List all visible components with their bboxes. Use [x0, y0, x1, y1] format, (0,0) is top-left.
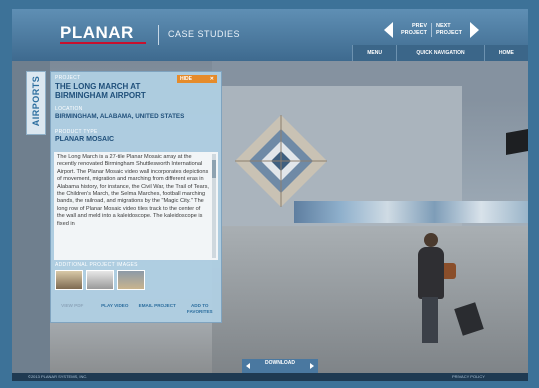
- outer-frame: PLANAR CASE STUDIES PREV PROJECT NEXT PR…: [0, 0, 539, 388]
- person-body: [418, 247, 444, 299]
- add-to-favorites-button[interactable]: ADD TO FAVORITES: [179, 300, 222, 322]
- person-head: [424, 233, 438, 247]
- download-button[interactable]: DOWNLOAD: [242, 359, 318, 374]
- project-image-thumbnail[interactable]: [117, 270, 145, 290]
- photo-monitor: [506, 129, 528, 155]
- close-icon[interactable]: ✕: [210, 76, 214, 82]
- kaleidoscope-mosaic: [235, 115, 327, 207]
- planar-logo[interactable]: PLANAR: [60, 23, 134, 43]
- next-arrow-icon[interactable]: [470, 22, 479, 38]
- download-label: DOWNLOAD: [265, 360, 295, 366]
- header: PLANAR CASE STUDIES PREV PROJECT NEXT PR…: [12, 9, 528, 61]
- menu-button[interactable]: MENU: [352, 45, 396, 61]
- project-actions: VIEW PDF PLAY VIDEO EMAIL PROJECT ADD TO…: [51, 300, 221, 322]
- additional-images: [55, 270, 145, 290]
- project-image-thumbnail[interactable]: [55, 270, 83, 290]
- email-project-button[interactable]: EMAIL PROJECT: [136, 300, 179, 322]
- hide-label: HIDE: [180, 76, 192, 82]
- header-divider: [158, 25, 159, 45]
- project-info-panel: HIDE ✕ PROJECT THE LONG MARCH AT BIRMING…: [50, 71, 222, 323]
- prev-project-button[interactable]: PREV PROJECT: [399, 23, 432, 37]
- product-type-label: PRODUCT TYPE: [55, 129, 98, 135]
- project-label: PROJECT: [55, 75, 81, 81]
- section-title: CASE STUDIES: [168, 29, 241, 39]
- menu-bar: MENU QUICK NAVIGATION HOME: [352, 45, 528, 61]
- product-type-value: PLANAR MOSAIC: [55, 136, 115, 143]
- right-arrow-icon: [310, 363, 314, 369]
- play-video-button[interactable]: PLAY VIDEO: [94, 300, 137, 322]
- project-navigation: PREV PROJECT NEXT PROJECT: [384, 14, 494, 46]
- home-button[interactable]: HOME: [483, 45, 528, 61]
- scrollbar-thumb[interactable]: [212, 160, 216, 178]
- additional-images-label: ADDITIONAL PROJECT IMAGES: [55, 262, 138, 268]
- prev-arrow-icon[interactable]: [384, 22, 393, 38]
- photo-floor: [212, 226, 528, 373]
- project-title: THE LONG MARCH AT BIRMINGHAM AIRPORT: [55, 82, 146, 100]
- project-image-thumbnail[interactable]: [86, 270, 114, 290]
- privacy-policy-link[interactable]: PRIVACY POLICY: [452, 374, 485, 379]
- logo-underline: [60, 42, 146, 44]
- app-window: PLANAR CASE STUDIES PREV PROJECT NEXT PR…: [12, 9, 528, 381]
- project-description: The Long March is a 27-tile Planar Mosai…: [57, 154, 209, 227]
- hide-button[interactable]: HIDE ✕: [177, 75, 217, 83]
- copyright-text: ©2013 PLANAR SYSTEMS, INC.: [28, 374, 88, 379]
- person-legs: [422, 297, 438, 343]
- location-label: LOCATION: [55, 106, 83, 112]
- airports-tab-label: AIRPORTS: [31, 75, 41, 127]
- video-wall-strip: [294, 201, 528, 223]
- location-value: BIRMINGHAM, ALABAMA, UNITED STATES: [55, 113, 185, 120]
- footer: ©2013 PLANAR SYSTEMS, INC. PRIVACY POLIC…: [12, 373, 528, 381]
- description-box[interactable]: The Long March is a 27-tile Planar Mosai…: [54, 152, 218, 260]
- left-arrow-icon: [246, 363, 250, 369]
- view-pdf-button[interactable]: VIEW PDF: [51, 300, 94, 322]
- next-project-button[interactable]: NEXT PROJECT: [432, 23, 464, 37]
- airports-tab[interactable]: AIRPORTS: [26, 71, 46, 135]
- description-scrollbar[interactable]: [212, 154, 216, 258]
- quick-navigation-button[interactable]: QUICK NAVIGATION: [396, 45, 484, 61]
